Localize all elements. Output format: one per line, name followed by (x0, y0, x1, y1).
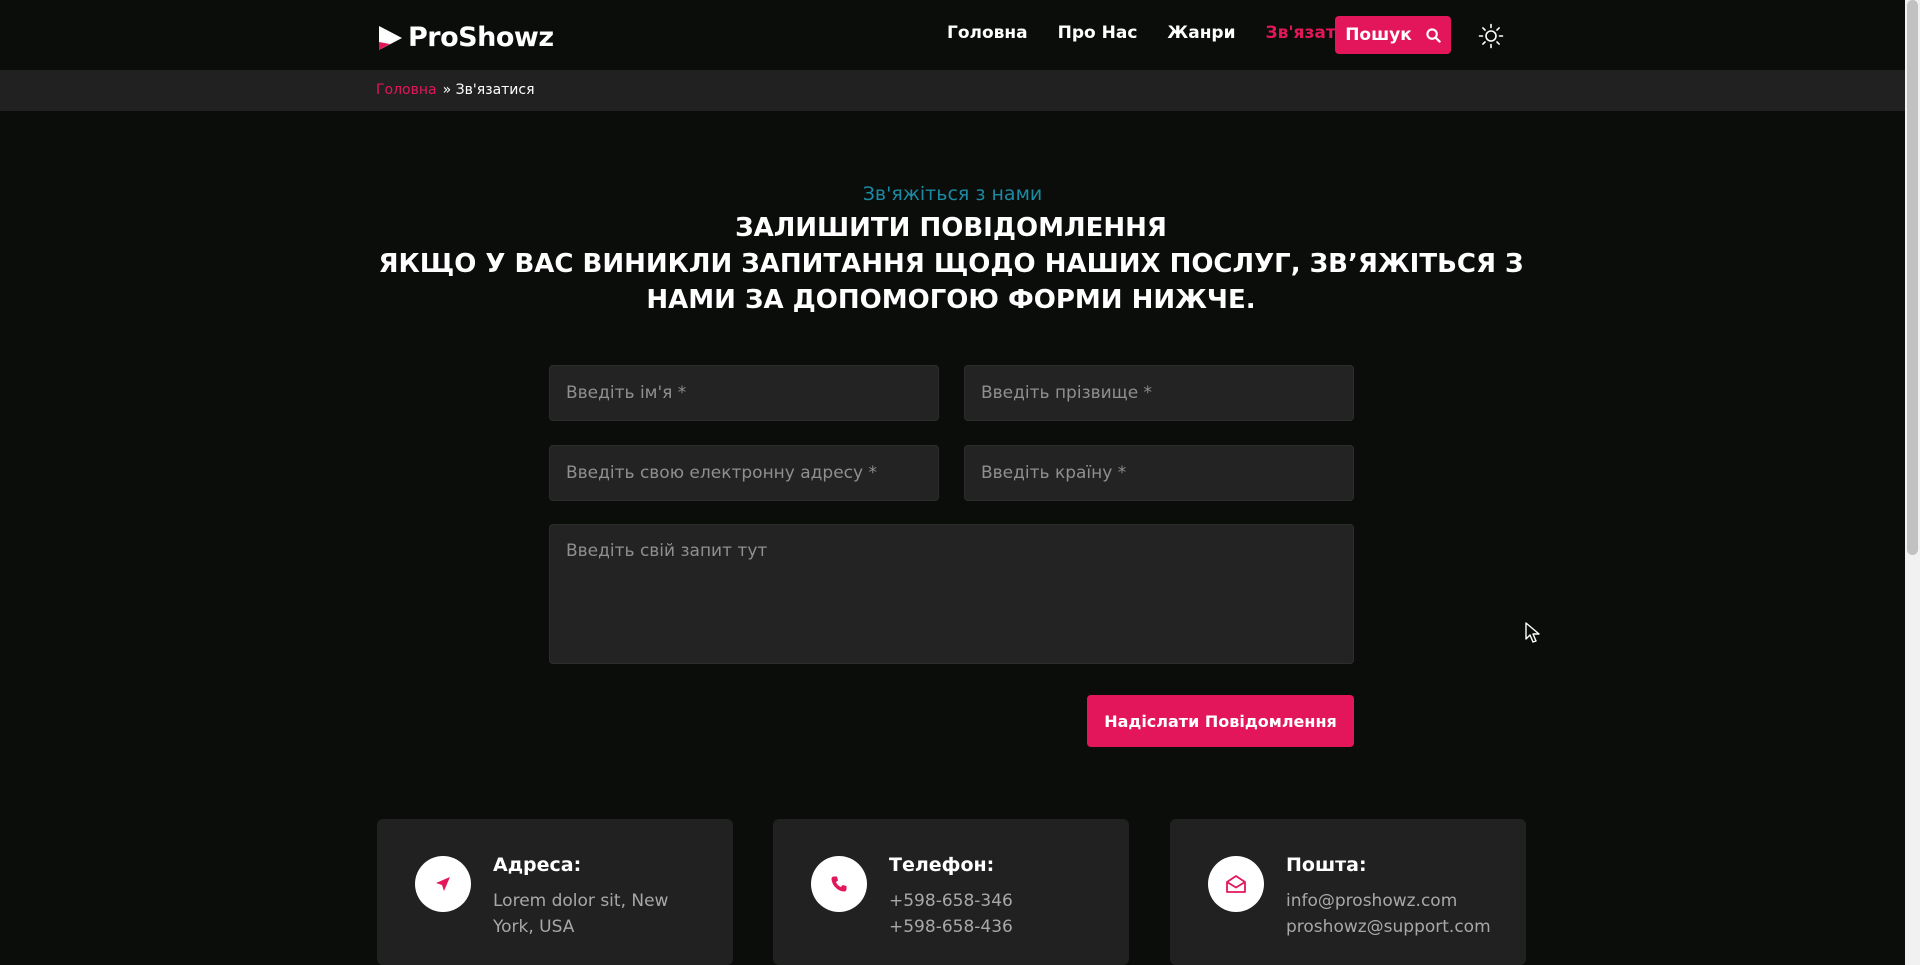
play-logo-icon (379, 25, 402, 50)
breadcrumb-bar: Головна » Зв'язатися (0, 70, 1905, 111)
message-textarea[interactable]: Введіть свій запит тут (549, 524, 1354, 664)
card-icon-circle (1208, 856, 1264, 912)
search-button-label: Пошук (1345, 25, 1412, 45)
nav-item-about[interactable]: Про Нас (1058, 23, 1138, 43)
card-icon-circle (415, 856, 471, 912)
sun-icon[interactable] (1478, 23, 1504, 49)
page-title: ЗАЛИШИТИ ПОВІДОМЛЕННЯ ЯКЩО У ВАС ВИНИКЛИ… (376, 210, 1526, 318)
email-placeholder: Введіть свою електронну адресу * (566, 463, 877, 483)
country-placeholder: Введіть країну * (981, 463, 1127, 483)
card-title: Телефон: (889, 854, 995, 876)
card-text: +598-658-346 +598-658-436 (889, 888, 1109, 940)
mouse-cursor-icon (1525, 622, 1540, 643)
scrollbar-thumb[interactable] (1907, 0, 1918, 555)
search-icon (1426, 27, 1441, 43)
nav-item-genres[interactable]: Жанри (1167, 23, 1235, 43)
logo-text: ProShowz (408, 22, 554, 53)
page-title-line1: ЗАЛИШИТИ ПОВІДОМЛЕННЯ (735, 213, 1167, 243)
breadcrumb: Головна » Зв'язатися (376, 82, 535, 98)
phone-card: Телефон: +598-658-346 +598-658-436 (773, 819, 1129, 965)
address-card: Адреса: Lorem dolor sit, New York, USA (377, 819, 733, 965)
message-placeholder: Введіть свій запит тут (566, 541, 768, 561)
card-line: info@proshowz.com (1286, 891, 1458, 911)
nav-item-home[interactable]: Головна (947, 23, 1028, 43)
main-nav: Головна Про Нас Жанри Зв'язатися (947, 23, 1369, 43)
logo[interactable]: ProShowz (376, 22, 554, 53)
card-text: info@proshowz.com proshowz@support.com (1286, 888, 1506, 940)
card-title: Адреса: (493, 854, 582, 876)
first-name-field[interactable]: Введіть ім'я * (549, 365, 939, 421)
card-line: +598-658-346 (889, 891, 1013, 911)
card-icon-circle (811, 856, 867, 912)
card-line: Lorem dolor sit, New York, USA (493, 891, 669, 937)
site-header: ProShowz Головна Про Нас Жанри Зв'язатис… (0, 0, 1905, 70)
breadcrumb-current: » Зв'язатися (442, 82, 535, 98)
page-title-line2: ЯКЩО У ВАС ВИНИКЛИ ЗАПИТАННЯ ЩОДО НАШИХ … (378, 249, 1524, 315)
location-arrow-icon (436, 877, 450, 891)
first-name-placeholder: Введіть ім'я * (566, 383, 687, 403)
breadcrumb-home-link[interactable]: Головна (376, 82, 437, 98)
country-field[interactable]: Введіть країну * (964, 445, 1354, 501)
last-name-field[interactable]: Введіть прізвище * (964, 365, 1354, 421)
email-field[interactable]: Введіть свою електронну адресу * (549, 445, 939, 501)
card-title: Пошта: (1286, 854, 1367, 876)
card-text: Lorem dolor sit, New York, USA (493, 888, 713, 940)
search-button[interactable]: Пошук (1335, 16, 1451, 54)
email-card: Пошта: info@proshowz.com proshowz@suppor… (1170, 819, 1526, 965)
page-scrollbar[interactable] (1905, 0, 1920, 965)
last-name-placeholder: Введіть прізвище * (981, 383, 1153, 403)
submit-button[interactable]: Надіслати Повідомлення (1087, 695, 1354, 747)
phone-icon (831, 876, 847, 892)
card-line: proshowz@support.com (1286, 917, 1491, 937)
envelope-open-icon (1226, 875, 1246, 893)
section-subtitle: Зв'яжіться з нами (862, 183, 1043, 205)
card-line: +598-658-436 (889, 917, 1013, 937)
